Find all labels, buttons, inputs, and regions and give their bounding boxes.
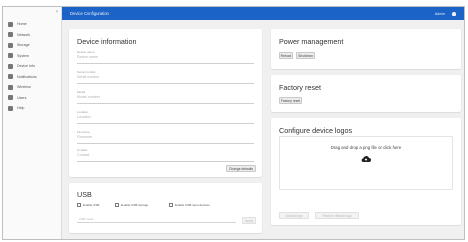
sidebar-item-device-info[interactable]: Device Info [3, 61, 61, 72]
sidebar-item-label: Help [17, 106, 25, 111]
notification-bell-icon[interactable] [452, 11, 456, 16]
device-information-card: Device information Device name Device na… [69, 29, 262, 177]
collapse-icon[interactable]: ‹ [56, 9, 58, 15]
card-title: Device information [77, 37, 137, 46]
logo-dropzone[interactable]: Drag and drop a png file or click here [279, 136, 453, 190]
sidebar: ‹ Home Network Storage System Device Inf… [3, 7, 62, 239]
cloud-upload-icon [361, 156, 371, 163]
sidebar-item-users[interactable]: Users [3, 93, 61, 104]
sidebar-item-system[interactable]: System [3, 51, 61, 62]
model-field[interactable]: Model Model number [77, 89, 254, 104]
restore-default-logo-button[interactable]: Restore default logo [315, 212, 359, 219]
firmware-field[interactable]: Firmware Firmware [77, 129, 254, 144]
sidebar-item-label: Device Info [17, 64, 35, 69]
apply-button[interactable]: Apply [242, 217, 256, 224]
location-field[interactable]: Location Location [77, 109, 254, 124]
card-title: USB [77, 190, 92, 199]
top-app-bar: Device Configuration Admin [62, 7, 464, 20]
change-defaults-button[interactable]: Change defaults [226, 165, 256, 172]
sidebar-item-label: Notifications [17, 74, 37, 79]
system-icon [8, 53, 13, 59]
device-name-field[interactable]: Device name Device name [77, 49, 254, 64]
app-window: ‹ Home Network Storage System Device Inf… [2, 6, 465, 240]
factory-reset-button[interactable]: Factory reset [279, 97, 302, 104]
card-title: Factory reset [279, 83, 321, 92]
sidebar-item-label: Storage [17, 43, 30, 48]
enable-usb-checkbox[interactable]: Enable USB [77, 203, 99, 207]
info-icon [8, 63, 13, 69]
card-title: Configure device logos [279, 126, 353, 135]
card-title: Power management [279, 37, 344, 46]
upload-logo-button[interactable]: Upload logo [279, 212, 309, 219]
contact-field[interactable]: Contact Contact [77, 147, 254, 162]
sidebar-item-label: System [17, 53, 29, 58]
bell-icon [8, 74, 13, 80]
app-title: Device Configuration [70, 11, 109, 16]
network-icon [8, 32, 13, 38]
storage-icon [8, 42, 13, 48]
sidebar-item-storage[interactable]: Storage [3, 40, 61, 51]
enable-usb-input-checkbox[interactable]: Enable USB input devices [169, 203, 210, 207]
home-icon [8, 21, 13, 27]
sidebar-item-network[interactable]: Network [3, 30, 61, 41]
serial-number-field[interactable]: Serial number Serial number [77, 69, 254, 84]
sidebar-item-label: Wireless [17, 85, 31, 90]
shutdown-button[interactable]: Shutdown [296, 52, 315, 59]
enable-usb-storage-checkbox[interactable]: Enable USB storage [115, 203, 148, 207]
usb-card: USB Enable USB Enable USB storage Enable… [69, 183, 262, 233]
power-management-card: Power management Reboot Shutdown [271, 29, 461, 69]
wireless-icon [8, 84, 13, 90]
reboot-button[interactable]: Reboot [279, 52, 293, 59]
users-icon [8, 95, 13, 101]
sidebar-item-label: Users [17, 95, 27, 100]
sidebar-item-label: Network [17, 32, 31, 37]
sidebar-item-help[interactable]: Help [3, 103, 61, 114]
dropzone-hint: Drag and drop a png file or click here [330, 145, 402, 150]
factory-reset-card: Factory reset Factory reset [271, 75, 461, 112]
sidebar-item-notifications[interactable]: Notifications [3, 72, 61, 83]
sidebar-item-label: Home [17, 22, 27, 27]
sidebar-item-home[interactable]: Home [3, 19, 61, 30]
sidebar-item-wireless[interactable]: Wireless [3, 82, 61, 93]
usb-mode-input[interactable]: USB mode [77, 214, 236, 223]
user-menu[interactable]: Admin [435, 12, 445, 16]
help-icon [8, 105, 13, 111]
configure-logos-card: Configure device logos Drag and drop a p… [271, 118, 461, 225]
